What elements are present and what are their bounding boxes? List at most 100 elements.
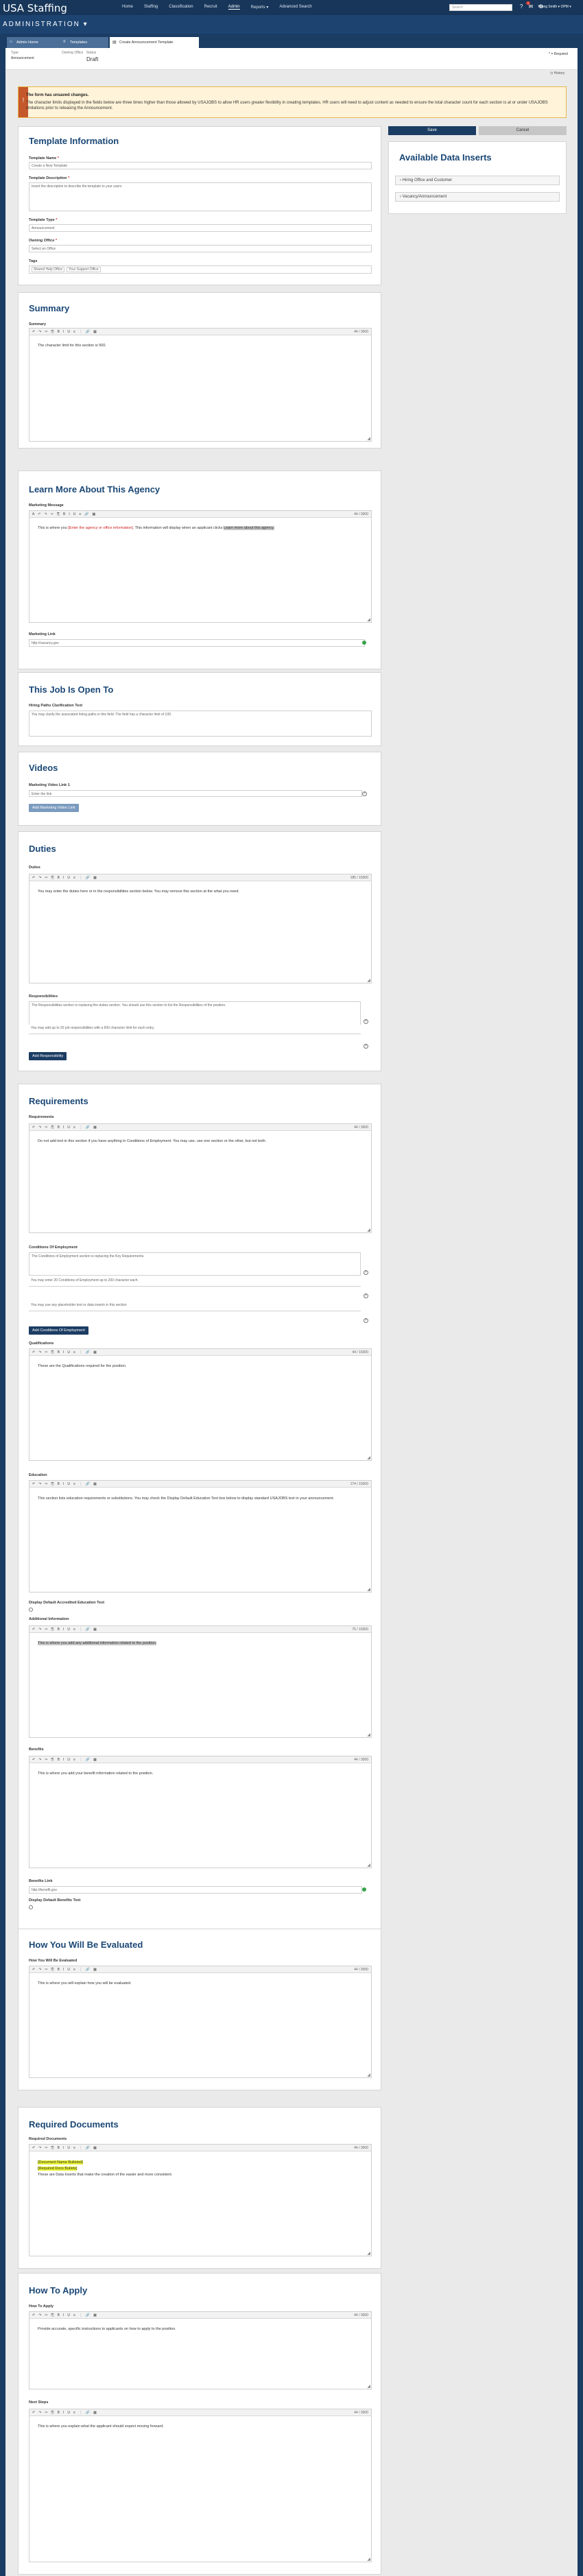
- remove-icon[interactable]: ×: [364, 1019, 368, 1024]
- resize-handle[interactable]: ◢: [367, 1732, 370, 1737]
- warning-body: The character limits displayed in the fi…: [26, 101, 548, 110]
- condition-hint[interactable]: You may enter 20 Conditions of Employmen…: [29, 1277, 361, 1287]
- nav-recruit[interactable]: Recruit: [204, 5, 217, 10]
- editor-toolbar[interactable]: ↶ ↷ ✂ ⎘ B I U ≡ ⋮ 🔗 ▦ 44 / 3000: [29, 2312, 371, 2319]
- app-switcher[interactable]: ADMINISTRATION ▾: [3, 21, 88, 28]
- add-responsibility-button[interactable]: Add Responsibility: [29, 1052, 67, 1060]
- condition-hint-2[interactable]: You may use any placeholder text or data…: [29, 1302, 361, 1311]
- template-description-input[interactable]: Insert the description to describe the t…: [29, 182, 372, 211]
- marketing-message-editor[interactable]: A ↶ ↷ ✂ ⎘ B I U ≡ 🔗 ▦ 44 / 3000 This is where you [E…: [29, 510, 372, 623]
- editor-toolbar[interactable]: ↶ ↷ ✂ ⎘ B I U ≡ ⋮ 🔗 ▦ 44 / 3000: [29, 329, 371, 335]
- duties-title: Duties: [29, 844, 56, 854]
- resize-handle[interactable]: ◢: [367, 978, 370, 983]
- editor-toolbar[interactable]: ↶ ↷ ✂ ⎘ B I U ≡ ⋮ 🔗 ▦ 185 / 15000: [29, 874, 371, 881]
- editor-toolbar[interactable]: ↶ ↷ ✂ ⎘ B I U ≡ ⋮ 🔗 ▦ 44 / 3000: [29, 1756, 371, 1763]
- tab-admin-home[interactable]: ⌂ Admin Home: [7, 37, 69, 48]
- resize-handle[interactable]: ◢: [367, 2557, 370, 2562]
- learn-more-title: Learn More About This Agency: [29, 484, 160, 494]
- resize-handle[interactable]: ◢: [367, 1863, 370, 1868]
- summary-editor[interactable]: ↶ ↷ ✂ ⎘ B I U ≡ ⋮ 🔗 ▦ 44 / 3000 The character limit …: [29, 328, 372, 442]
- condition-input[interactable]: The Conditions of Employment section is …: [29, 1252, 361, 1276]
- history-link[interactable]: ◷ History: [550, 71, 564, 75]
- add-video-link-button[interactable]: Add Marketing Video Link: [29, 804, 79, 812]
- tags-label: Tags: [29, 259, 38, 263]
- template-name-input[interactable]: Create a New Template: [29, 162, 372, 169]
- resize-handle[interactable]: ◢: [367, 617, 370, 622]
- resize-handle[interactable]: ◢: [367, 2384, 370, 2389]
- additional-information-editor[interactable]: ↶ ↷ ✂ ⎘ B I U ≡ ⋮ 🔗 ▦ 75 / 15000 This is where you a…: [29, 1625, 372, 1738]
- insert-label: Hiring Office and Customer: [402, 178, 452, 182]
- editor-toolbar[interactable]: ↶ ↷ ✂ ⎘ B I U ≡ ⋮ 🔗 ▦ 44 / 3000: [29, 2145, 371, 2151]
- tab-create-template[interactable]: ▤ Create Announcement Template: [110, 37, 199, 48]
- required-documents-editor[interactable]: ↶ ↷ ✂ ⎘ B I U ≡ ⋮ 🔗 ▦ 44 / 3000 [Document Name Bulle…: [29, 2144, 372, 2256]
- editor-toolbar[interactable]: ↶ ↷ ✂ ⎘ B I U ≡ ⋮ 🔗 ▦ 44 / 3000: [29, 1124, 371, 1131]
- benefits-editor[interactable]: ↶ ↷ ✂ ⎘ B I U ≡ ⋮ 🔗 ▦ 44 / 3000 This is where you ad…: [29, 1756, 372, 1868]
- education-editor[interactable]: ↶ ↷ ✂ ⎘ B I U ≡ ⋮ 🔗 ▦ 174 / 15000 This section lists…: [29, 1480, 372, 1593]
- responsibility-hint[interactable]: You may add up to 20 job responsibilitie…: [29, 1025, 361, 1034]
- home-icon: ⌂: [10, 40, 12, 44]
- char-count: 44 / 3000: [354, 1758, 368, 1762]
- save-button[interactable]: Save: [388, 126, 476, 135]
- default-benefits-toggle[interactable]: [29, 1905, 33, 1909]
- nav-reports[interactable]: Reports ▾: [251, 5, 269, 10]
- editor-toolbar[interactable]: A ↶ ↷ ✂ ⎘ B I U ≡ 🔗 ▦ 44 / 3000: [29, 511, 371, 518]
- evaluated-editor[interactable]: ↶ ↷ ✂ ⎘ B I U ≡ ⋮ 🔗 ▦ 44 / 3000 This is where you wi…: [29, 1966, 372, 2078]
- owning-office-select[interactable]: Select an Office: [29, 245, 372, 252]
- template-type-select[interactable]: Announcement: [29, 224, 372, 232]
- how-to-apply-editor[interactable]: ↶ ↷ ✂ ⎘ B I U ≡ ⋮ 🔗 ▦ 44 / 3000 Provide accurate, sp…: [29, 2311, 372, 2389]
- editor-toolbar[interactable]: ↶ ↷ ✂ ⎘ B I U ≡ ⋮ 🔗 ▦ 75 / 15000: [29, 1626, 371, 1633]
- resize-handle[interactable]: ◢: [367, 1228, 370, 1232]
- nav-advanced-search[interactable]: Advanced Search: [279, 5, 311, 10]
- tab-templates[interactable]: ≡ Templates: [60, 37, 108, 48]
- tag-chip[interactable]: Shared Help Office: [32, 267, 65, 272]
- remove-icon[interactable]: ×: [364, 1270, 368, 1275]
- data-insert-vacancy[interactable]: › Vacancy/Announcement: [395, 192, 560, 202]
- resize-handle[interactable]: ◢: [367, 2073, 370, 2077]
- marketing-link-input[interactable]: http://vacancy.gov: [29, 639, 365, 647]
- next-steps-text: This is where you explain what the appli…: [38, 2424, 164, 2429]
- resize-handle[interactable]: ◢: [367, 1455, 370, 1460]
- duties-editor[interactable]: ↶ ↷ ✂ ⎘ B I U ≡ ⋮ 🔗 ▦ 185 / 15000 You may enter the …: [29, 874, 372, 983]
- required-documents-title: Required Documents: [29, 2119, 119, 2130]
- add-condition-button[interactable]: Add Conditions Of Employment: [29, 1326, 88, 1335]
- video-link-input[interactable]: Enter the link: [29, 790, 362, 797]
- benefits-link-input[interactable]: http://benefit.gov: [29, 1886, 362, 1894]
- benefits-text: This is where you add your benefit infor…: [38, 1772, 154, 1776]
- remove-icon[interactable]: ×: [364, 1318, 368, 1323]
- remove-icon[interactable]: ×: [364, 1293, 368, 1298]
- help-icon[interactable]: ?: [520, 3, 523, 10]
- editor-toolbar[interactable]: ↶ ↷ ✂ ⎘ B I U ≡ ⋮ 🔗 ▦ 44 / 3000: [29, 2409, 371, 2416]
- tags-input[interactable]: Shared Help Office Your Support Office: [29, 265, 372, 274]
- template-description-label: Template Description *: [29, 176, 70, 180]
- nav-admin[interactable]: Admin: [228, 5, 240, 10]
- editor-toolbar[interactable]: ↶ ↷ ✂ ⎘ B I U ≡ ⋮ 🔗 ▦ 44 / 3000: [29, 1966, 371, 1973]
- requirements-editor[interactable]: ↶ ↷ ✂ ⎘ B I U ≡ ⋮ 🔗 ▦ 44 / 3000 Do not add text in t…: [29, 1123, 372, 1233]
- template-name-label: Template Name *: [29, 156, 59, 160]
- resize-handle[interactable]: ◢: [367, 436, 370, 441]
- editor-toolbar[interactable]: ↶ ↷ ✂ ⎘ B I U ≡ ⋮ 🔗 ▦ 44 / 15000: [29, 1349, 371, 1356]
- remove-icon[interactable]: ×: [364, 1044, 368, 1049]
- tag-chip[interactable]: Your Support Office: [67, 267, 101, 272]
- label-text: Template Name: [29, 156, 57, 160]
- nav-classification[interactable]: Classification: [169, 5, 193, 10]
- text-part: These are Data Inserts that make the cre…: [38, 2173, 173, 2177]
- next-steps-editor[interactable]: ↶ ↷ ✂ ⎘ B I U ≡ ⋮ 🔗 ▦ 44 / 3000 This is where you ex…: [29, 2409, 372, 2562]
- hiring-paths-input[interactable]: You may clarify the associated hiring pa…: [29, 711, 372, 737]
- data-insert-hiring-office[interactable]: › Hiring Office and Customer: [395, 176, 560, 185]
- resize-handle[interactable]: ◢: [367, 2251, 370, 2256]
- qualifications-editor[interactable]: ↶ ↷ ✂ ⎘ B I U ≡ ⋮ 🔗 ▦ 44 / 15000 These are the Quali…: [29, 1348, 372, 1461]
- editor-toolbar[interactable]: ↶ ↷ ✂ ⎘ B I U ≡ ⋮ 🔗 ▦ 174 / 15000: [29, 1481, 371, 1488]
- app-logo[interactable]: USA Staffing: [3, 2, 67, 14]
- label-text: Owning Office: [29, 239, 55, 243]
- char-count: 44 / 3000: [354, 1125, 368, 1130]
- duties-label: Duties: [29, 866, 40, 870]
- default-education-toggle[interactable]: [29, 1608, 33, 1612]
- cancel-button[interactable]: Cancel: [479, 126, 567, 135]
- responsibility-input[interactable]: The Responsibilities section is replacin…: [29, 1001, 361, 1026]
- remove-icon[interactable]: ×: [362, 791, 367, 796]
- nav-staffing[interactable]: Staffing: [144, 5, 158, 10]
- global-search-input[interactable]: Search: [449, 4, 512, 11]
- resize-handle[interactable]: ◢: [367, 1587, 370, 1592]
- user-menu[interactable]: Young Smith ▾ OPM ▾: [538, 5, 571, 9]
- nav-home[interactable]: Home: [122, 5, 133, 10]
